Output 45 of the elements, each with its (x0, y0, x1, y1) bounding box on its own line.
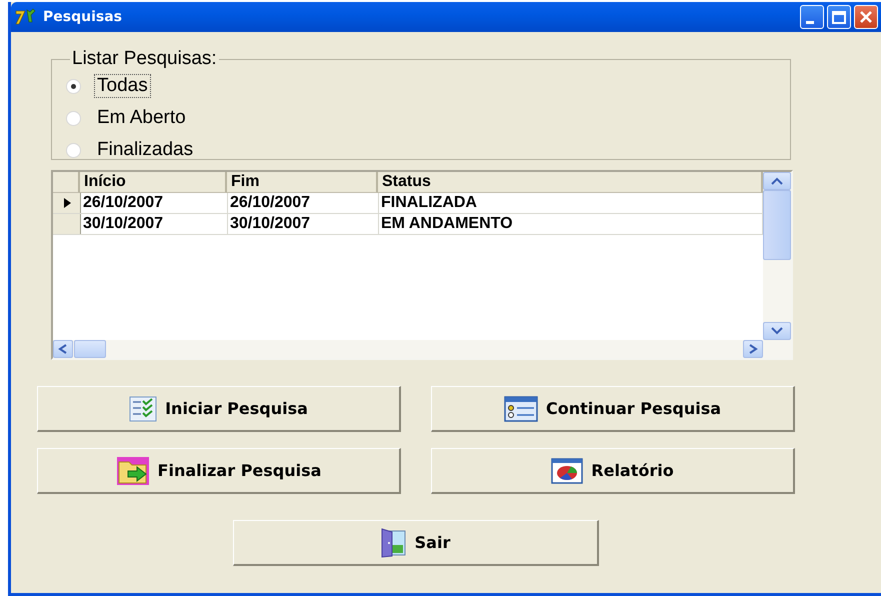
column-header[interactable]: Status (378, 172, 763, 193)
scroll-thumb[interactable] (74, 340, 106, 358)
radio-option[interactable]: Em Aberto (66, 102, 189, 134)
radio-label: Em Aberto (96, 106, 187, 130)
radio-button[interactable] (66, 142, 81, 158)
vertical-scrollbar[interactable] (763, 172, 791, 358)
table-cell: 26/10/2007 (228, 193, 379, 213)
table-cell: 30/10/2007 (228, 214, 379, 234)
column-header[interactable]: Início (80, 172, 227, 193)
scroll-right-button[interactable] (743, 340, 763, 358)
scroll-down-button[interactable] (763, 322, 791, 340)
table-cell: 30/10/2007 (81, 214, 228, 234)
door-icon (380, 528, 407, 558)
maximize-icon (832, 10, 846, 24)
row-indicator[interactable] (53, 193, 81, 213)
minimize-button[interactable] (800, 5, 824, 29)
scroll-up-button[interactable] (763, 172, 791, 190)
minimize-icon (806, 20, 814, 24)
scroll-left-button[interactable] (53, 340, 73, 358)
form-window-icon (504, 396, 538, 422)
radio-button[interactable] (66, 78, 81, 94)
header-corner (53, 172, 80, 193)
column-header[interactable]: Fim (227, 172, 378, 193)
current-row-icon (62, 197, 72, 209)
close-button[interactable] (854, 5, 878, 29)
radio-button[interactable] (66, 110, 81, 126)
action-button[interactable]: Iniciar Pesquisa (37, 386, 401, 432)
pie-chart-icon (551, 458, 584, 484)
action-button[interactable]: Sair (233, 520, 599, 566)
action-button[interactable]: Relatório (431, 448, 795, 494)
maximize-button[interactable] (827, 5, 851, 29)
close-icon (860, 11, 872, 23)
radio-label: Todas (94, 74, 151, 98)
radio-label: Finalizadas (96, 138, 194, 162)
action-button[interactable]: Continuar Pesquisa (431, 386, 795, 432)
table-cell: 26/10/2007 (81, 193, 228, 213)
action-button[interactable]: Finalizar Pesquisa (37, 448, 401, 494)
window-title: Pesquisas (43, 9, 122, 25)
scroll-thumb[interactable] (763, 190, 791, 260)
radio-option[interactable]: Todas (66, 70, 151, 102)
horizontal-scrollbar[interactable] (53, 340, 763, 358)
group-legend: Listar Pesquisas: (70, 48, 219, 70)
radio-option[interactable]: Finalizadas (66, 134, 196, 166)
checklist-icon (129, 396, 158, 422)
app-logo-icon (15, 8, 37, 26)
